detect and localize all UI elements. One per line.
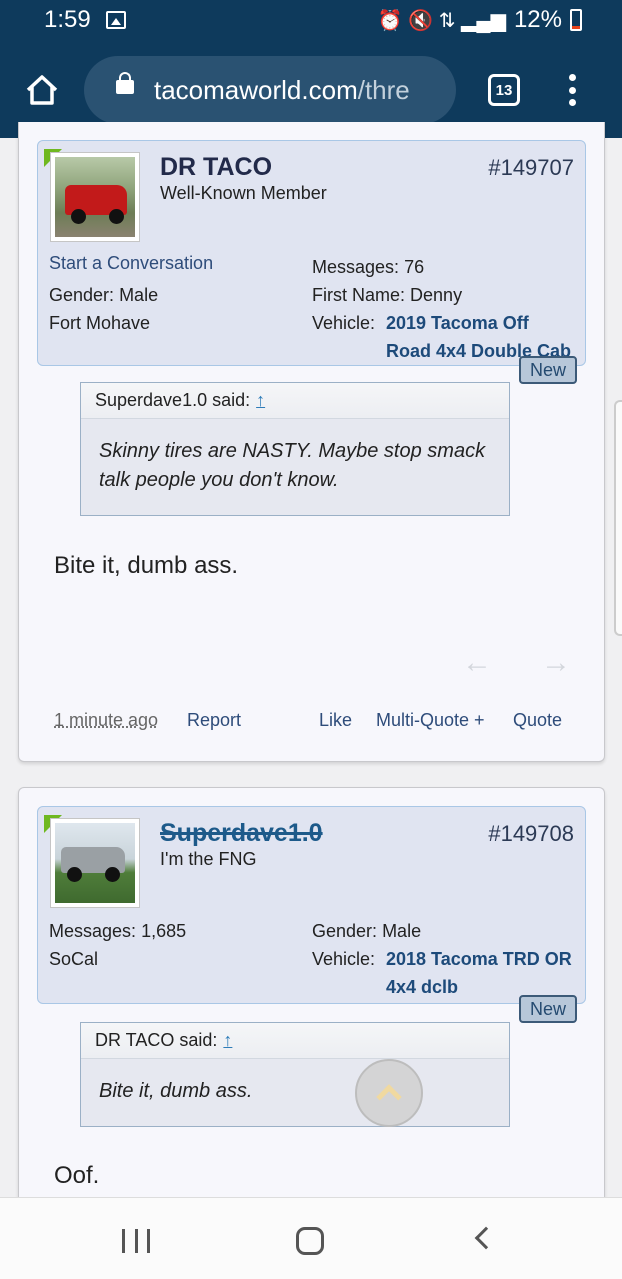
gender-label: Gender: [49, 285, 115, 305]
message-text: Oof. [54, 1162, 100, 1189]
quote-author: Superdave1.0 said: [95, 390, 251, 410]
avatar[interactable] [50, 152, 140, 242]
quote-box: DR TACO said: ↑ Bite it, dumb ass. [80, 1022, 510, 1127]
status-icons: ⏰ 🔇 ⇅ ▂▄▆ [377, 9, 506, 32]
first-name-value: Denny [410, 285, 463, 305]
tab-switcher-button[interactable]: 13 [488, 74, 520, 106]
post-card: DR TACO Well-Known Member #149707 Start … [18, 122, 605, 762]
scroll-indicator[interactable] [614, 400, 622, 636]
post-card: Superdave1.0 I'm the FNG #149708 Message… [18, 787, 605, 1217]
location: Fort Mohave [49, 313, 151, 333]
overflow-menu-icon[interactable] [560, 72, 584, 108]
gender-value: Male [382, 921, 422, 941]
previous-post-arrow-icon[interactable]: ← [462, 646, 492, 680]
home-icon[interactable] [24, 72, 60, 108]
vehicle-value[interactable]: 2018 Tacoma TRD OR 4x4 dclb [386, 945, 576, 1001]
quote-text: Bite it, dumb ass. [99, 1080, 253, 1102]
gender-label: Gender: [312, 921, 378, 941]
report-link[interactable]: Report [187, 710, 241, 731]
jump-to-quote-icon[interactable]: ↑ [223, 1030, 232, 1051]
first-name-stat: First Name: Denny [312, 285, 462, 306]
messages-label: Messages: [312, 257, 400, 277]
url-host: tacomaworld.com [154, 74, 358, 105]
status-bar: 1:59 ⏰ 🔇 ⇅ ▂▄▆ 12% [0, 0, 622, 44]
messages-value: 76 [404, 257, 425, 277]
address-bar[interactable]: tacomaworld.com/thre [84, 56, 456, 124]
home-button-icon[interactable] [296, 1227, 324, 1255]
new-badge: New [519, 356, 577, 384]
vehicle-label: Vehicle: [312, 949, 376, 969]
quote-box: Superdave1.0 said: ↑ Skinny tires are NA… [80, 382, 510, 516]
post-number[interactable]: #149707 [488, 155, 574, 181]
quote-link[interactable]: Quote [513, 710, 562, 731]
username[interactable]: Superdave1.0 [160, 819, 323, 848]
quote-header: Superdave1.0 said: ↑ [81, 383, 509, 419]
post-timestamp[interactable]: 1 minute ago [54, 710, 158, 731]
user-title: I'm the FNG [160, 849, 257, 869]
user-title: Well-Known Member [160, 183, 327, 203]
back-icon[interactable] [474, 1226, 498, 1250]
messages-stat: Messages: 1,685 [49, 921, 186, 942]
gender-value: Male [119, 285, 159, 305]
battery-percent: 12% [513, 6, 562, 33]
location: SoCal [49, 949, 99, 969]
recent-apps-icon[interactable] [122, 1229, 150, 1253]
status-time: 1:59 [44, 6, 91, 33]
like-link[interactable]: Like [319, 710, 352, 731]
quote-author: DR TACO said: [95, 1030, 218, 1050]
chevron-up-icon [376, 1084, 402, 1110]
user-info-block: Superdave1.0 I'm the FNG #149708 Message… [37, 806, 586, 1004]
vehicle-label: Vehicle: [312, 313, 376, 333]
jump-to-quote-icon[interactable]: ↑ [256, 390, 265, 411]
battery-icon [570, 9, 582, 31]
messages-value: 1,685 [141, 921, 187, 941]
gender-stat: Gender: Male [49, 285, 158, 306]
first-name-label: First Name: [312, 285, 406, 305]
scroll-to-top-button[interactable] [355, 1059, 423, 1127]
start-conversation-link[interactable]: Start a Conversation [49, 253, 213, 274]
avatar[interactable] [50, 818, 140, 908]
messages-label: Messages: [49, 921, 137, 941]
quote-text: Skinny tires are NASTY. Maybe stop smack… [99, 440, 486, 491]
next-post-arrow-icon[interactable]: → [541, 646, 571, 680]
lock-icon [116, 72, 134, 94]
status-indicators: ⏰ 🔇 ⇅ ▂▄▆ 12% [378, 6, 582, 34]
image-notification-icon [106, 11, 126, 29]
gender-stat: Gender: Male [312, 921, 421, 942]
messages-stat: Messages: 76 [312, 257, 424, 278]
system-navigation-bar [0, 1197, 622, 1279]
message-text: Bite it, dumb ass. [54, 552, 239, 579]
multi-quote-link[interactable]: Multi-Quote + [376, 710, 485, 731]
username[interactable]: DR TACO [160, 153, 272, 182]
quote-header: DR TACO said: ↑ [81, 1023, 509, 1059]
url-path: /thre [357, 74, 410, 105]
user-info-block: DR TACO Well-Known Member #149707 Start … [37, 140, 586, 366]
new-badge: New [519, 995, 577, 1023]
post-number[interactable]: #149708 [488, 821, 574, 847]
